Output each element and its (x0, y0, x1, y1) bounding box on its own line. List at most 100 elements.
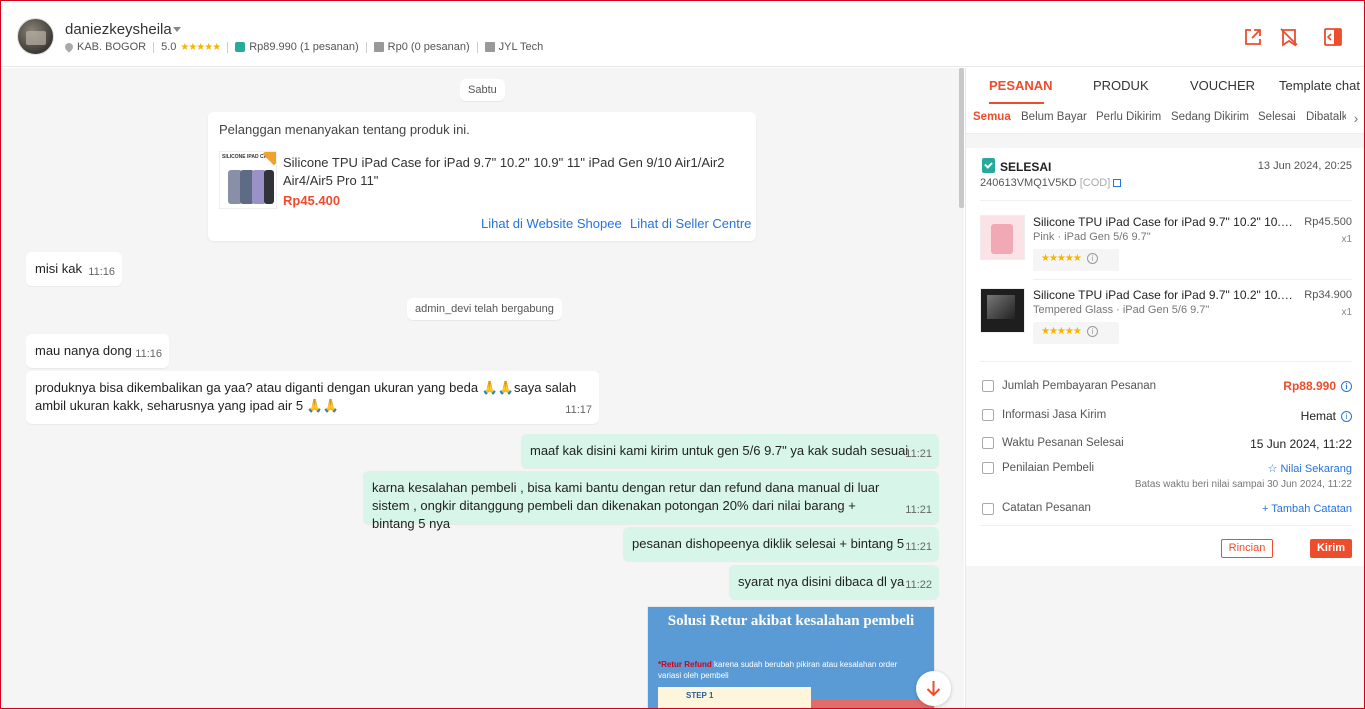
tab-pesanan[interactable]: PESANAN (989, 78, 1053, 93)
item-qty: x1 (1341, 234, 1352, 245)
panel-toggle-icon[interactable] (1323, 27, 1343, 47)
copy-icon[interactable] (1113, 179, 1122, 188)
shipping-value: Hemat i (1301, 409, 1352, 423)
pending-box-icon (373, 42, 384, 52)
message-incoming[interactable]: misi kak 11:16 (26, 252, 122, 286)
message-time: 11:21 (905, 504, 932, 516)
filter-sedang-dikirim[interactable]: Sedang Dikirim (1171, 111, 1249, 123)
view-seller-centre-link[interactable]: Lihat di Seller Centre (630, 216, 751, 231)
message-time: 11:21 (905, 448, 932, 460)
item-price: Rp34.900 (1304, 289, 1352, 301)
item-rating: ★★★★★ i (1033, 249, 1119, 271)
product-thumbnail[interactable]: SILICONE IPAD CASE (219, 151, 277, 209)
cod-label: [COD] (1079, 177, 1111, 189)
product-card: Pelanggan menanyakan tentang produk ini.… (208, 112, 756, 241)
image-message[interactable]: Solusi Retur akibat kesalahan pembeli *R… (647, 606, 935, 708)
message-time: 11:17 (565, 404, 592, 416)
note-icon (982, 503, 994, 515)
review-deadline: Batas waktu beri nilai sampai 30 Jun 202… (1134, 479, 1352, 490)
image-subtitle: *Retur Refund karena sudah berubah pikir… (658, 660, 898, 680)
message-outgoing[interactable]: karna kesalahan pembeli , bisa kami bant… (363, 471, 939, 531)
filter-semua[interactable]: Semua (973, 111, 1011, 123)
image-step-label: STEP 1 (658, 687, 811, 708)
buyer-rating: 5.0 (161, 41, 177, 53)
filter-selesai[interactable]: Selesai (1258, 111, 1296, 123)
order-id: 240613VMQ1V5KD [COD] (980, 177, 1122, 189)
tag-off-icon[interactable] (1279, 27, 1299, 47)
complete-time-value: 15 Jun 2024, 11:22 (1250, 437, 1352, 451)
item-variant: Tempered Glass · iPad Gen 5/6 9.7" (1033, 304, 1210, 316)
join-notice: admin_devi telah bergabung (407, 298, 562, 320)
message-outgoing[interactable]: pesanan dishopeenya diklik selesai + bin… (623, 527, 939, 561)
chevron-right-icon[interactable]: › (1346, 104, 1364, 133)
share-icon[interactable] (1243, 27, 1263, 47)
review-label: Penilaian Pembeli (1002, 462, 1095, 474)
location-pin-icon (63, 41, 75, 53)
message-outgoing[interactable]: maaf kak disini kami kirim untuk gen 5/6… (521, 434, 939, 468)
message-time: 11:21 (905, 541, 932, 553)
message-incoming[interactable]: mau nanya dong 11:16 (26, 334, 169, 368)
buyer-spent: Rp89.990 (1 pesanan) (249, 41, 359, 53)
scroll-down-arrow-icon[interactable] (916, 671, 951, 706)
payment-label: Jumlah Pembayaran Pesanan (1002, 380, 1157, 392)
message-text: maaf kak disini kami kirim untuk gen 5/6… (530, 443, 909, 458)
buyer-pending: Rp0 (0 pesanan) (387, 41, 470, 53)
buyer-username[interactable]: daniezkeysheila (65, 21, 172, 38)
view-shopee-link[interactable]: Lihat di Website Shopee (481, 216, 622, 231)
star-badge-icon (982, 462, 994, 474)
buyer-avatar[interactable] (17, 18, 54, 55)
order-filter-tabs: Semua Belum Bayar Perlu Dikirim Sedang D… (966, 104, 1364, 134)
item-title[interactable]: Silicone TPU iPad Case for iPad 9.7" 10.… (1033, 288, 1295, 302)
star-icons: ★★★★★ (180, 41, 221, 53)
item-title[interactable]: Silicone TPU iPad Case for iPad 9.7" 10.… (1033, 215, 1295, 229)
shop-icon (484, 42, 495, 52)
calendar-icon (982, 437, 994, 449)
order-panel: PESANAN PRODUK VOUCHER Template chat Sem… (965, 68, 1364, 708)
message-text: produknya bisa dikembalikan ga yaa? atau… (35, 380, 577, 413)
info-icon: i (1086, 253, 1098, 264)
send-button[interactable]: Kirim (1310, 539, 1352, 558)
tab-produk[interactable]: PRODUK (1093, 78, 1149, 93)
order-note-label: Catatan Pesanan (1002, 502, 1091, 514)
payment-icon (982, 380, 994, 392)
add-note-link[interactable]: + Tambah Catatan (1262, 503, 1352, 515)
paid-check-icon (235, 42, 246, 52)
item-qty: x1 (1341, 307, 1352, 318)
chat-window: daniezkeysheila KAB. BOGOR 5.0 ★★★★★ Rp8… (0, 0, 1365, 709)
product-price: Rp45.400 (283, 193, 341, 208)
item-thumbnail[interactable] (980, 288, 1025, 333)
tab-voucher[interactable]: VOUCHER (1190, 78, 1255, 93)
product-title[interactable]: Silicone TPU iPad Case for iPad 9.7" 10.… (283, 154, 749, 190)
chevron-down-icon[interactable] (173, 27, 181, 32)
chat-messages[interactable]: Sabtu Pelanggan menanyakan tentang produ… (1, 68, 964, 708)
message-text: mau nanya dong (35, 343, 132, 358)
product-question: Pelanggan menanyakan tentang produk ini. (219, 122, 470, 137)
image-red-block (811, 699, 934, 708)
message-text: syarat nya disini dibaca dl ya (738, 574, 905, 589)
shop-name: JYL Tech (498, 41, 544, 53)
message-text: pesanan dishopeenya diklik selesai + bin… (632, 536, 905, 551)
info-icon: i (1086, 326, 1098, 337)
message-time: 11:16 (88, 266, 115, 278)
filter-belum-bayar[interactable]: Belum Bayar (1021, 111, 1087, 123)
order-card: SELESAI 13 Jun 2024, 20:25 240613VMQ1V5K… (966, 148, 1364, 566)
tab-template-chat[interactable]: Template chat (1279, 78, 1360, 93)
order-status: SELESAI (1000, 160, 1052, 174)
message-time: 11:22 (905, 579, 932, 591)
message-incoming[interactable]: produknya bisa dikembalikan ga yaa? atau… (26, 371, 599, 424)
message-text: misi kak (35, 261, 82, 276)
chat-header: daniezkeysheila KAB. BOGOR 5.0 ★★★★★ Rp8… (1, 1, 1364, 67)
filter-perlu-dikirim[interactable]: Perlu Dikirim (1096, 111, 1161, 123)
panel-tabs: PESANAN PRODUK VOUCHER Template chat (966, 68, 1364, 104)
chat-scrollbar[interactable] (959, 68, 964, 208)
item-rating: ★★★★★ i (1033, 322, 1119, 344)
details-button[interactable]: Rincian (1221, 539, 1273, 558)
item-variant: Pink · iPad Gen 5/6 9.7" (1033, 231, 1151, 243)
truck-icon (982, 409, 994, 421)
message-outgoing[interactable]: syarat nya disini dibaca dl ya 11:22 (729, 565, 939, 599)
day-separator: Sabtu (460, 79, 505, 101)
message-text: karna kesalahan pembeli , bisa kami bant… (372, 480, 880, 531)
item-thumbnail[interactable] (980, 215, 1025, 260)
info-icon: i (1341, 411, 1352, 423)
rate-now-link[interactable]: ☆ Nilai Sekarang (1268, 462, 1352, 475)
